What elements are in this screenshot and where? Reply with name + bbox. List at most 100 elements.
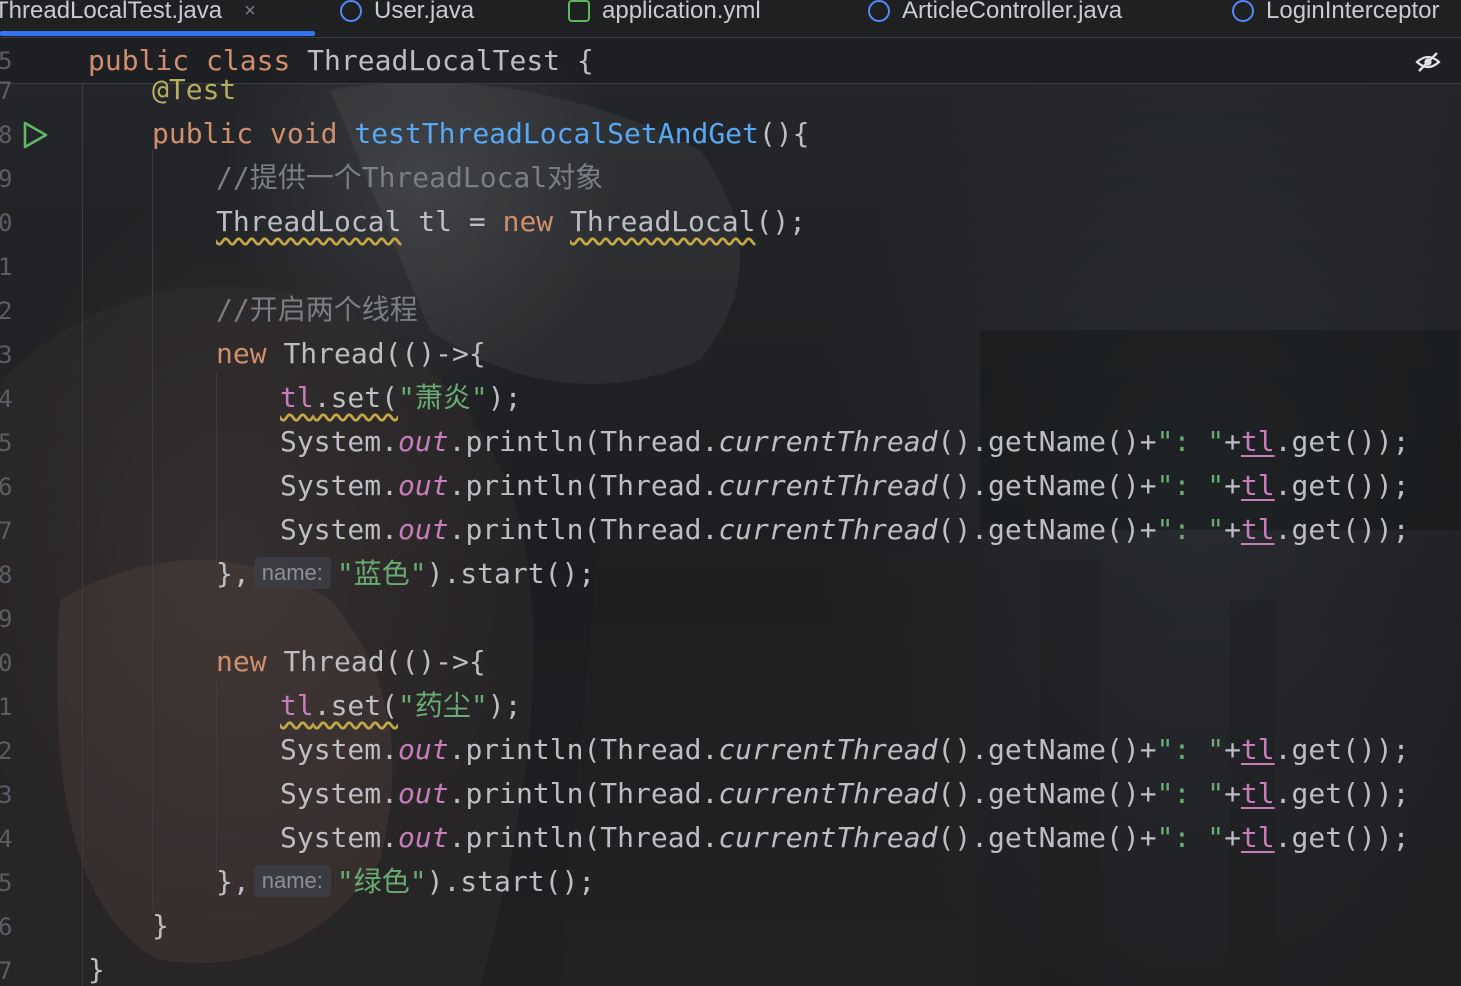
code-line-println[interactable]: System.out.println(Thread.currentThread(… [280, 420, 1410, 464]
class-ref: System. [280, 733, 399, 766]
code-line-println[interactable]: System.out.println(Thread.currentThread(… [280, 816, 1410, 860]
code-line-println[interactable]: System.out.println(Thread.currentThread(… [280, 772, 1410, 816]
eye-slash-icon[interactable] [1415, 51, 1441, 73]
code-line-thread-start[interactable]: }, name: "绿色").start(); [216, 860, 595, 904]
parameter-name-hint: name: [253, 557, 331, 589]
code-line-println[interactable]: System.out.println(Thread.currentThread(… [280, 728, 1410, 772]
method-call: ().getName()+ [937, 425, 1157, 458]
method-call: ().getName()+ [937, 821, 1157, 854]
thread-constructor: Thread(()->{ [283, 645, 486, 678]
keyword: new [216, 337, 267, 370]
method-call: .println(Thread. [448, 733, 719, 766]
punctuation: (); [755, 205, 807, 238]
yml-file-icon [568, 0, 590, 22]
variable: tl = [401, 205, 503, 238]
code-line-thread-open[interactable]: new Thread(()->{ [216, 332, 486, 376]
class-ref: System. [280, 513, 399, 546]
operator: + [1224, 513, 1241, 546]
string-literal: "药尘" [398, 689, 488, 722]
operator: + [1224, 777, 1241, 810]
class-ref: System. [280, 777, 399, 810]
method-call: .println(Thread. [448, 425, 719, 458]
line-number: 5 [0, 869, 13, 897]
string-literal: "蓝色" [336, 557, 427, 590]
punctuation: (){ [758, 117, 810, 150]
code-line-method-close[interactable]: } [152, 904, 169, 948]
keyword: new [502, 205, 554, 238]
code-line-tl-set[interactable]: tl.set("萧炎"); [280, 376, 521, 420]
java-class-icon [340, 0, 362, 22]
class-ref: System. [280, 821, 399, 854]
code-line-comment[interactable]: //提供一个ThreadLocal对象 [216, 156, 603, 200]
method-call: .get()); [1274, 425, 1410, 458]
parameter-name-hint: name: [253, 865, 331, 897]
static-field: out [398, 733, 449, 766]
line-number: 6 [0, 913, 13, 941]
field-reference: tl [1240, 513, 1275, 546]
tab-application-yml[interactable]: application.yml [568, 0, 761, 36]
method-call: .set( [313, 381, 399, 414]
method-call: ).start(); [426, 557, 596, 590]
line-number: 8 [0, 561, 13, 589]
code-line-println[interactable]: System.out.println(Thread.currentThread(… [280, 464, 1410, 508]
method-call: .println(Thread. [448, 513, 719, 546]
string-literal: ": " [1156, 425, 1225, 458]
brace: } [152, 909, 169, 942]
line-number: 4 [0, 825, 13, 853]
code-line-annotation[interactable]: @Test [152, 68, 236, 112]
editor-tab-bar: ThreadLocalTest.java × User.java applica… [0, 0, 1461, 38]
field-reference: tl [280, 689, 314, 722]
static-method: currentThread [718, 777, 938, 810]
method-call: .set( [313, 689, 399, 722]
operator: + [1224, 425, 1241, 458]
code-line-class-close[interactable]: } [88, 948, 105, 986]
tab-user[interactable]: User.java [340, 0, 474, 36]
line-number: 8 [0, 121, 13, 149]
ide-editor-window: ThreadLocalTest.java × User.java applica… [0, 0, 1461, 986]
code-line-threadlocal-decl[interactable]: ThreadLocal tl = new ThreadLocal(); [216, 200, 806, 244]
code-line-println[interactable]: System.out.println(Thread.currentThread(… [280, 508, 1410, 552]
tab-label: LoginInterceptor [1266, 0, 1440, 24]
line-number: 7 [0, 517, 13, 545]
line-number: 3 [0, 781, 13, 809]
method-call: .get()); [1274, 469, 1410, 502]
code-line-comment[interactable]: //开启两个线程 [216, 288, 418, 332]
indent-guide [216, 680, 217, 872]
line-number: 3 [0, 341, 13, 369]
line-number: 5 [0, 429, 13, 457]
punctuation: }, [216, 557, 250, 590]
line-number: 2 [0, 737, 13, 765]
line-number: 1 [0, 693, 13, 721]
tab-article-controller[interactable]: ArticleController.java [868, 0, 1122, 36]
constructor-name: ThreadLocal [570, 205, 756, 238]
method-call: ().getName()+ [937, 733, 1157, 766]
java-class-icon [868, 0, 890, 22]
line-number: 6 [0, 473, 13, 501]
brace: { [576, 44, 594, 77]
string-literal: ": " [1156, 469, 1225, 502]
field-reference: tl [1240, 469, 1275, 502]
punctuation: }, [216, 865, 250, 898]
code-line-method-declaration[interactable]: public void testThreadLocalSetAndGet(){ [152, 112, 809, 156]
method-call: .println(Thread. [448, 777, 719, 810]
method-call: ).start(); [426, 865, 596, 898]
code-line-thread-start[interactable]: }, name: "蓝色").start(); [216, 552, 595, 596]
operator: + [1224, 733, 1241, 766]
close-tab-icon[interactable]: × [244, 0, 256, 23]
code-line-thread-open[interactable]: new Thread(()->{ [216, 640, 486, 684]
code-line-tl-set[interactable]: tl.set("药尘"); [280, 684, 521, 728]
indent-guide [152, 150, 153, 910]
run-gutter-icon[interactable] [22, 121, 48, 149]
punctuation: ); [487, 689, 522, 722]
tab-login-interceptor[interactable]: LoginInterceptor [1232, 0, 1439, 36]
tab-label: User.java [374, 0, 475, 24]
operator: + [1224, 469, 1241, 502]
annotation: @Test [152, 73, 237, 106]
method-call: ().getName()+ [937, 777, 1157, 810]
field-reference: tl [1240, 821, 1275, 854]
static-method: currentThread [718, 469, 938, 502]
active-tab-indicator [0, 31, 315, 36]
string-literal: "萧炎" [398, 381, 488, 414]
thread-constructor: Thread(()->{ [283, 337, 486, 370]
keyword: new [216, 645, 267, 678]
